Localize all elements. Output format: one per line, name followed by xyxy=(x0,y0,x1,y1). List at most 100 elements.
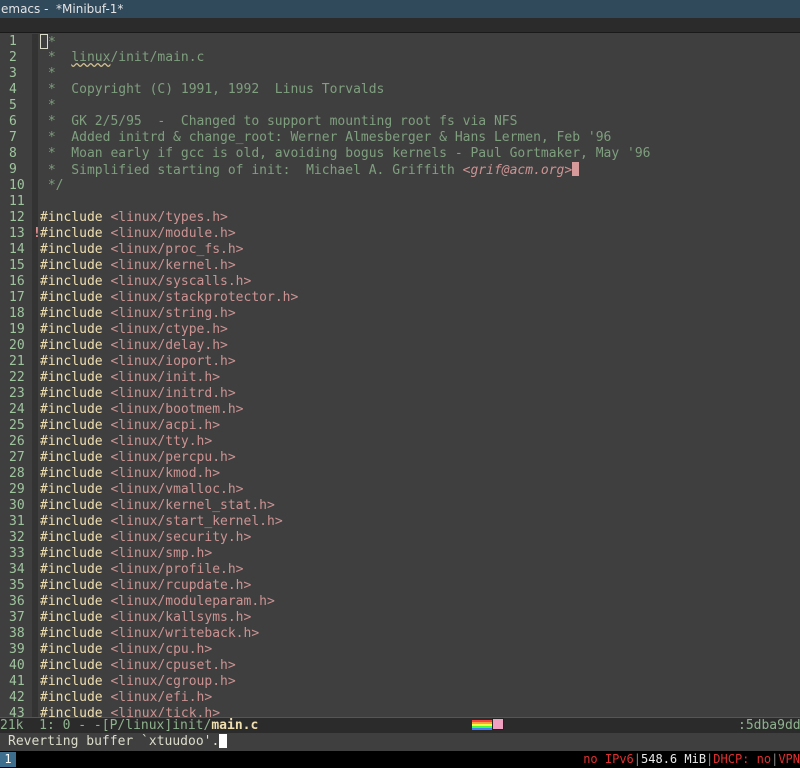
header-path: <linux/cpuset.h> xyxy=(110,658,236,673)
code-line[interactable]: #include <linux/kernel.h> xyxy=(40,258,800,274)
window-title-bar: emacs - *Minibuf-1* xyxy=(0,0,800,18)
line-number: 28 xyxy=(9,466,25,481)
project-path: [P/linux]init/ xyxy=(101,718,212,733)
code-line[interactable]: #include <linux/percpu.h> xyxy=(40,450,800,466)
code-line[interactable]: * Copyright (C) 1991, 1992 Linus Torvald… xyxy=(40,82,800,98)
code-line[interactable]: #include <linux/kernel_stat.h> xyxy=(40,498,800,514)
preprocessor-directive: #include xyxy=(40,210,103,225)
code-line[interactable]: #include <linux/efi.h> xyxy=(40,690,800,706)
header-path: <linux/module.h> xyxy=(110,226,236,241)
code-line[interactable]: #include <linux/security.h> xyxy=(40,530,800,546)
secondary-cursor xyxy=(572,162,580,176)
point-cursor xyxy=(40,34,48,49)
line-number: 14 xyxy=(9,242,25,257)
header-path: <linux/proc_fs.h> xyxy=(110,242,244,257)
spellcheck-flag: linux xyxy=(71,50,111,65)
line-number: 37 xyxy=(9,610,25,625)
line-number: 36 xyxy=(9,594,25,609)
buffer-name[interactable]: main.c xyxy=(211,718,258,733)
header-path: <linux/bootmem.h> xyxy=(110,402,244,417)
header-path: <linux/tick.h> xyxy=(110,706,221,717)
comment-text: */ xyxy=(40,178,64,193)
preprocessor-directive: #include xyxy=(40,706,103,717)
header-path: <linux/writeback.h> xyxy=(110,626,260,641)
preprocessor-directive: #include xyxy=(40,546,103,561)
flycheck-warning-icon[interactable]: ! xyxy=(33,226,41,242)
code-line[interactable]: #include <linux/init.h> xyxy=(40,370,800,386)
email-link[interactable]: <grif@acm.org> xyxy=(463,163,573,178)
code-line[interactable]: #include <linux/rcupdate.h> xyxy=(40,578,800,594)
header-path: <linux/smp.h> xyxy=(110,546,213,561)
code-line[interactable]: * GK 2/5/95 - Changed to support mountin… xyxy=(40,114,800,130)
comment-text: * linux/init/main.c xyxy=(40,50,205,65)
code-line[interactable]: #include <linux/smp.h> xyxy=(40,546,800,562)
header-path: <linux/cgroup.h> xyxy=(110,674,236,689)
code-line[interactable]: #include <linux/cgroup.h> xyxy=(40,674,800,690)
code-line[interactable]: #include <linux/vmalloc.h> xyxy=(40,482,800,498)
comment-text: * Added initrd & change_root: Werner Alm… xyxy=(40,130,612,145)
minibuffer-cursor xyxy=(219,734,228,748)
line-number: 15 xyxy=(9,258,25,273)
code-line[interactable]: #include <linux/bootmem.h> xyxy=(40,402,800,418)
code-line[interactable]: #include <linux/ctype.h> xyxy=(40,322,800,338)
code-line[interactable]: * xyxy=(40,66,800,82)
line-number: 8 xyxy=(9,146,17,161)
code-line[interactable]: */ xyxy=(40,178,800,194)
code-line[interactable]: #include <linux/kmod.h> xyxy=(40,466,800,482)
code-line[interactable]: #include <linux/syscalls.h> xyxy=(40,274,800,290)
line-number: 5 xyxy=(9,98,17,113)
line-number: 12 xyxy=(9,210,25,225)
line-number: 34 xyxy=(9,562,25,577)
code-line[interactable]: * Added initrd & change_root: Werner Alm… xyxy=(40,130,800,146)
preprocessor-directive: #include xyxy=(40,514,103,529)
header-path: <linux/kallsyms.h> xyxy=(110,610,252,625)
line-number: 4 xyxy=(9,82,17,97)
code-line[interactable]: * Simplified starting of init: Michael A… xyxy=(40,162,800,178)
code-line[interactable]: * xyxy=(40,34,800,50)
preprocessor-directive: #include xyxy=(40,274,103,289)
workspace-1[interactable]: 1 xyxy=(0,752,16,767)
memory-usage: 548.6 MiB xyxy=(641,752,707,766)
code-line[interactable]: #include <linux/tty.h> xyxy=(40,434,800,450)
code-line[interactable]: #include <linux/start_kernel.h> xyxy=(40,514,800,530)
code-line[interactable]: #include <linux/string.h> xyxy=(40,306,800,322)
code-line[interactable]: * Moan early if gcc is old, avoiding bog… xyxy=(40,146,800,162)
mode-line[interactable]: 21k 1: 0 - -[P/linux]init/main.c:5dba9dd xyxy=(0,717,800,734)
code-line[interactable] xyxy=(40,194,800,210)
code-line[interactable]: #include <linux/moduleparam.h> xyxy=(40,594,800,610)
fringe xyxy=(32,34,38,717)
header-path: <linux/kernel_stat.h> xyxy=(110,498,275,513)
code-line[interactable]: #include <linux/module.h> xyxy=(40,226,800,242)
code-line[interactable]: #include <linux/profile.h> xyxy=(40,562,800,578)
code-line[interactable]: #include <linux/cpuset.h> xyxy=(40,658,800,674)
code-line[interactable]: #include <linux/cpu.h> xyxy=(40,642,800,658)
preprocessor-directive: #include xyxy=(40,434,103,449)
code-line[interactable]: #include <linux/kallsyms.h> xyxy=(40,610,800,626)
line-number: 29 xyxy=(9,482,25,497)
line-number: 24 xyxy=(9,402,25,417)
code-line[interactable]: * xyxy=(40,98,800,114)
preprocessor-directive: #include xyxy=(40,290,103,305)
header-path: <linux/types.h> xyxy=(110,210,228,225)
code-line[interactable]: #include <linux/ioport.h> xyxy=(40,354,800,370)
line-number: 43 xyxy=(9,706,25,717)
code-line[interactable]: #include <linux/tick.h> xyxy=(40,706,800,717)
code-line[interactable]: #include <linux/acpi.h> xyxy=(40,418,800,434)
header-path: <linux/rcupdate.h> xyxy=(110,578,252,593)
code-line[interactable]: #include <linux/initrd.h> xyxy=(40,386,800,402)
nyan-progress xyxy=(472,718,504,734)
code-line[interactable]: #include <linux/types.h> xyxy=(40,210,800,226)
line-number: 7 xyxy=(9,130,17,145)
code-line[interactable]: * linux/init/main.c xyxy=(40,50,800,66)
line-number: 33 xyxy=(9,546,25,561)
line-number: 39 xyxy=(9,642,25,657)
code-line[interactable]: #include <linux/delay.h> xyxy=(40,338,800,354)
code-line[interactable]: #include <linux/proc_fs.h> xyxy=(40,242,800,258)
header-path: <linux/kernel.h> xyxy=(110,258,236,273)
editor-window[interactable]: 1 2 3 4 5 6 7 8 9 10 11 12 13 14 15 16 17 18 19 20 21 22 23 24 2… xyxy=(0,34,800,717)
code-line[interactable]: #include <linux/writeback.h> xyxy=(40,626,800,642)
comment-text: * GK 2/5/95 - Changed to support mountin… xyxy=(40,114,518,129)
minibuffer[interactable]: Reverting buffer `xtuudoo'. xyxy=(0,733,800,751)
code-line[interactable]: #include <linux/stackprotector.h> xyxy=(40,290,800,306)
vpn-status: VPN xyxy=(778,752,800,766)
